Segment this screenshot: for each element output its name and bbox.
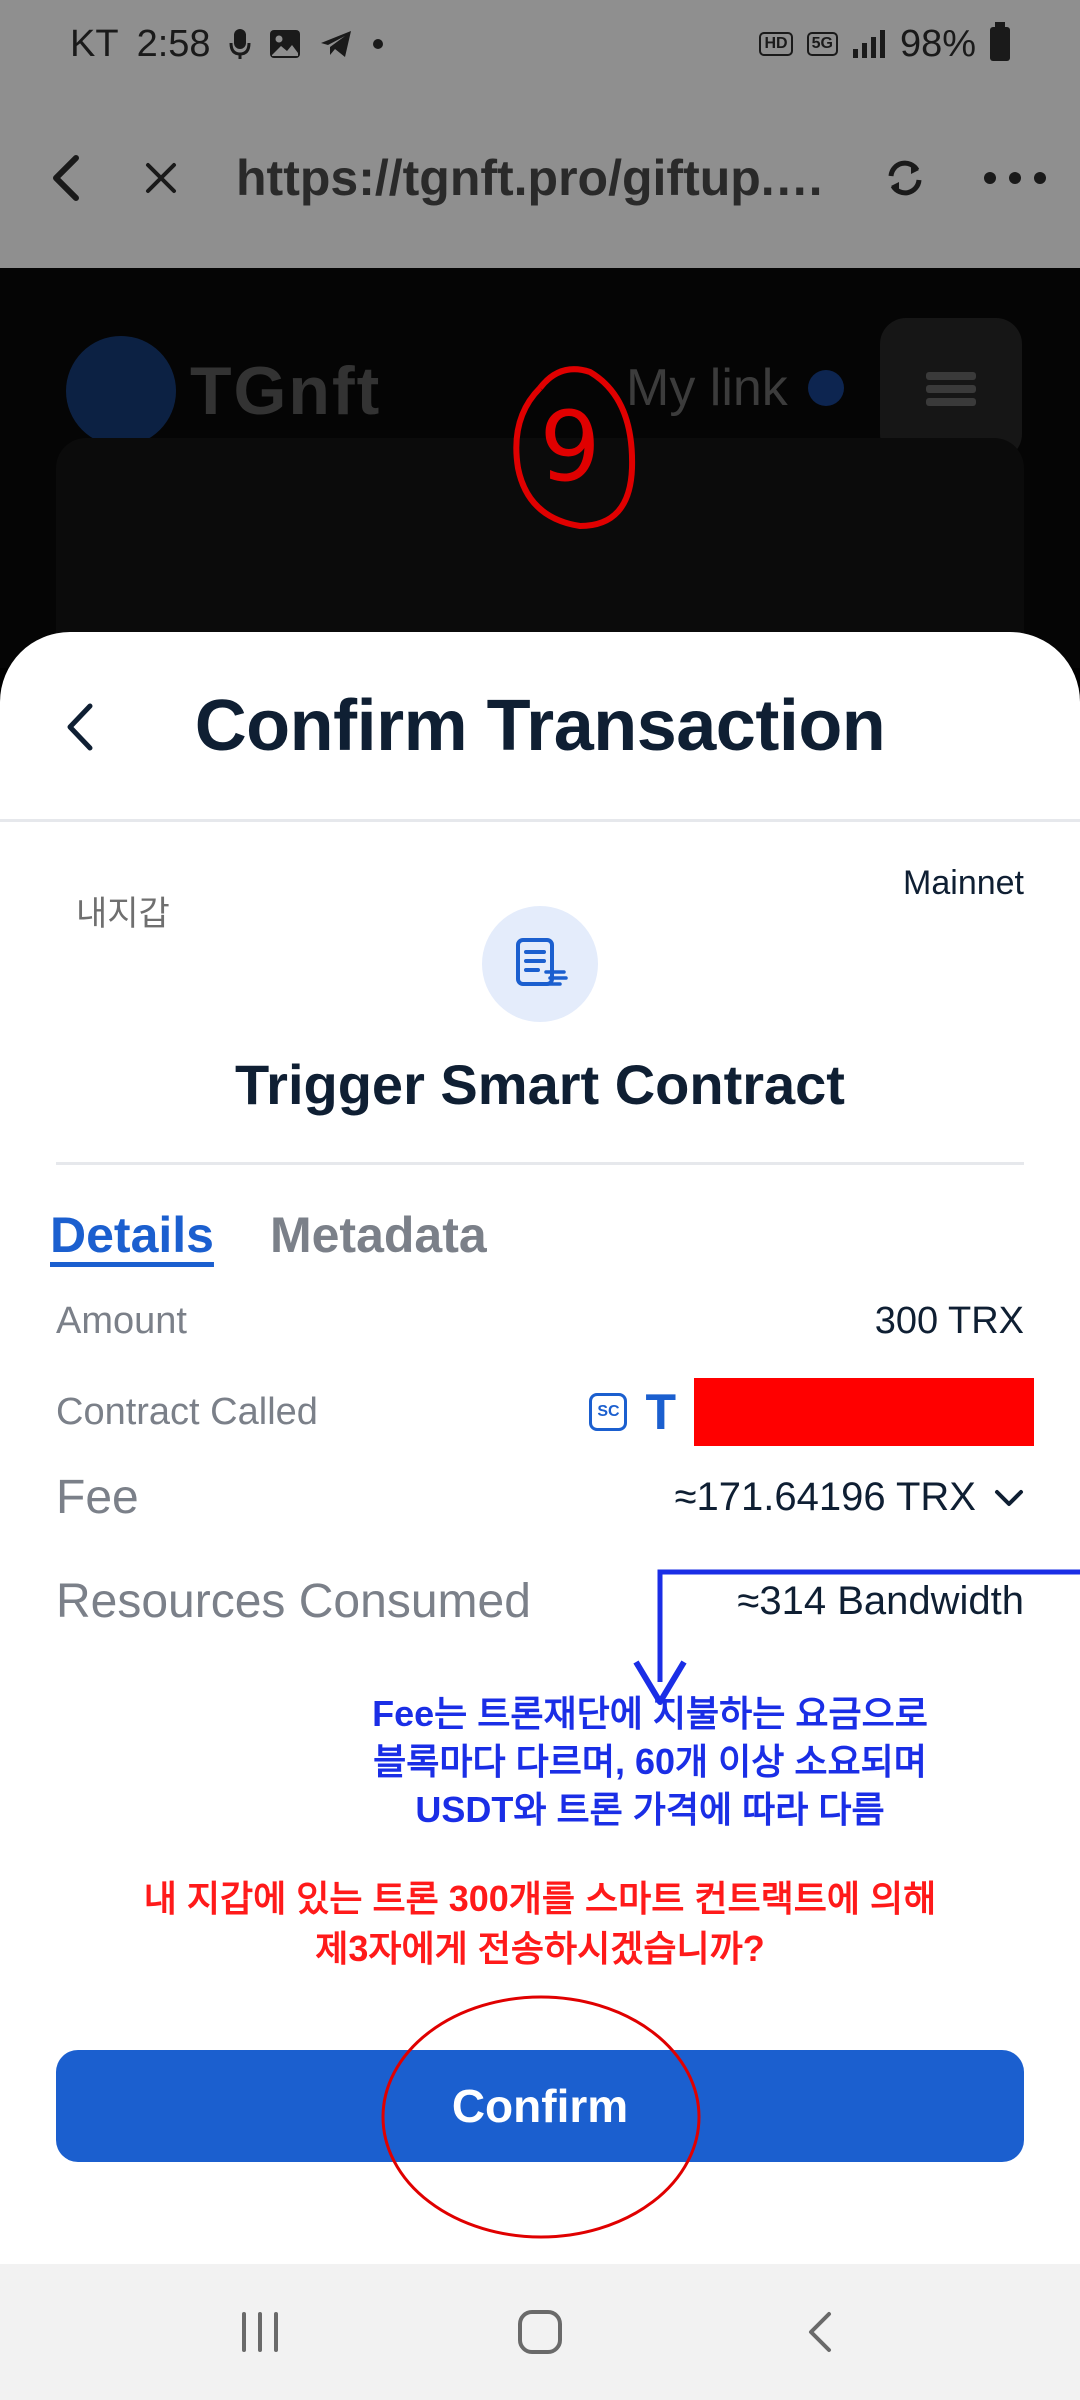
carrier-label: KT bbox=[70, 22, 119, 65]
fee-value-wrap: ≈171.64196 TRX bbox=[675, 1475, 1024, 1520]
fee-value: ≈171.64196 TRX bbox=[674, 1475, 976, 1519]
network-label: Mainnet bbox=[903, 864, 1024, 902]
background-webpage: TGnft My link 9 bbox=[0, 268, 1080, 668]
sc-badge-icon: SC bbox=[589, 1393, 628, 1431]
system-navigation-bar bbox=[0, 2264, 1080, 2400]
fee-explanation-note: Fee는 트론재단에 지불하는 요금으로 블록마다 다르며, 60개 이상 소요… bbox=[0, 1690, 1080, 1834]
url-text: https://tgnft.pro/giftup. bbox=[236, 150, 775, 206]
browser-toolbar: https://tgnft.pro/giftup.… bbox=[0, 88, 1080, 268]
more-options-icon[interactable] bbox=[980, 143, 1050, 213]
fee-label: Fee bbox=[56, 1471, 139, 1524]
amount-value: 300 TRX bbox=[874, 1300, 1024, 1342]
contract-address-prefix: T bbox=[645, 1384, 676, 1440]
signal-icon bbox=[852, 29, 886, 59]
logo-mark-icon bbox=[66, 336, 176, 446]
contract-called-row: Contract Called SC T bbox=[56, 1378, 1034, 1446]
fee-note-line-3: USDT와 트론 가격에 따라 다름 bbox=[415, 1789, 885, 1830]
hd-voice-badge: HD bbox=[759, 32, 793, 56]
redaction-block bbox=[694, 1378, 1034, 1446]
sheet-back-icon[interactable] bbox=[44, 692, 114, 762]
status-bar: KT 2:58 HD 5G 98% bbox=[0, 0, 1080, 88]
my-link-dot-icon bbox=[807, 370, 844, 406]
url-bar[interactable]: https://tgnft.pro/giftup.… bbox=[236, 149, 836, 207]
notification-dot-icon bbox=[371, 37, 385, 51]
sheet-header: Confirm Transaction bbox=[0, 632, 1080, 822]
network-type-badge: 5G bbox=[806, 32, 838, 56]
url-ellipsis: … bbox=[774, 150, 825, 206]
warning-note-line-1: 내 지갑에 있는 트론 300개를 스마트 컨트랙트에 의해 bbox=[143, 1878, 937, 1919]
action-title: Trigger Smart Contract bbox=[235, 1053, 845, 1116]
fee-row[interactable]: Fee ≈171.64196 TRX bbox=[56, 1470, 1024, 1525]
warning-note: 내 지갑에 있는 트론 300개를 스마트 컨트랙트에 의해 제3자에게 전송하… bbox=[0, 1874, 1080, 1974]
status-right: HD 5G 98% bbox=[759, 22, 1010, 66]
resources-label: Resources Consumed bbox=[56, 1575, 531, 1628]
browser-actions bbox=[870, 143, 1050, 213]
home-icon[interactable] bbox=[495, 2287, 585, 2377]
logo-text: TGnft bbox=[190, 353, 382, 429]
system-back-icon[interactable] bbox=[775, 2287, 865, 2377]
smart-contract-icon bbox=[482, 906, 598, 1022]
contract-called-label: Contract Called bbox=[56, 1390, 318, 1433]
status-left: KT 2:58 bbox=[70, 23, 385, 66]
site-logo: TGnft bbox=[66, 336, 381, 446]
my-link-button: My link bbox=[626, 358, 844, 418]
tab-metadata[interactable]: Metadata bbox=[270, 1206, 487, 1264]
step-marker-annotation: 9 bbox=[513, 366, 636, 530]
telegram-icon bbox=[319, 29, 353, 59]
confirm-circle-annotation bbox=[381, 1995, 701, 2239]
contract-called-value[interactable]: SC T bbox=[589, 1378, 1034, 1446]
step-marker-number: 9 bbox=[539, 391, 600, 503]
amount-row: Amount 300 TRX bbox=[56, 1300, 1024, 1343]
wallet-label: 내지갑 bbox=[76, 895, 170, 933]
tab-details[interactable]: Details bbox=[50, 1206, 214, 1264]
divider bbox=[56, 1162, 1024, 1165]
refresh-icon[interactable] bbox=[870, 143, 940, 213]
amount-label: Amount bbox=[56, 1300, 187, 1342]
confirm-transaction-sheet: Confirm Transaction 내지갑 Mainnet Trigger … bbox=[0, 632, 1080, 2264]
detail-tabs: Details Metadata bbox=[50, 1206, 487, 1264]
gallery-icon bbox=[269, 29, 301, 59]
microphone-icon bbox=[229, 28, 251, 60]
close-icon[interactable] bbox=[126, 143, 196, 213]
clock: 2:58 bbox=[136, 22, 211, 65]
warning-note-line-2: 제3자에게 전송하시겠습니까? bbox=[315, 1928, 765, 1969]
fee-note-line-1: Fee는 트론재단에 지불하는 요금으로 bbox=[372, 1693, 928, 1734]
back-icon[interactable] bbox=[30, 143, 100, 213]
battery-icon bbox=[990, 22, 1010, 61]
battery-percent: 98% bbox=[899, 22, 976, 65]
sheet-title: Confirm Transaction bbox=[194, 685, 886, 766]
chevron-down-icon[interactable] bbox=[994, 1488, 1024, 1508]
fee-note-line-2: 블록마다 다르며, 60개 이상 소요되며 bbox=[373, 1741, 927, 1782]
my-link-label: My link bbox=[626, 359, 788, 417]
recent-apps-icon[interactable] bbox=[215, 2287, 305, 2377]
